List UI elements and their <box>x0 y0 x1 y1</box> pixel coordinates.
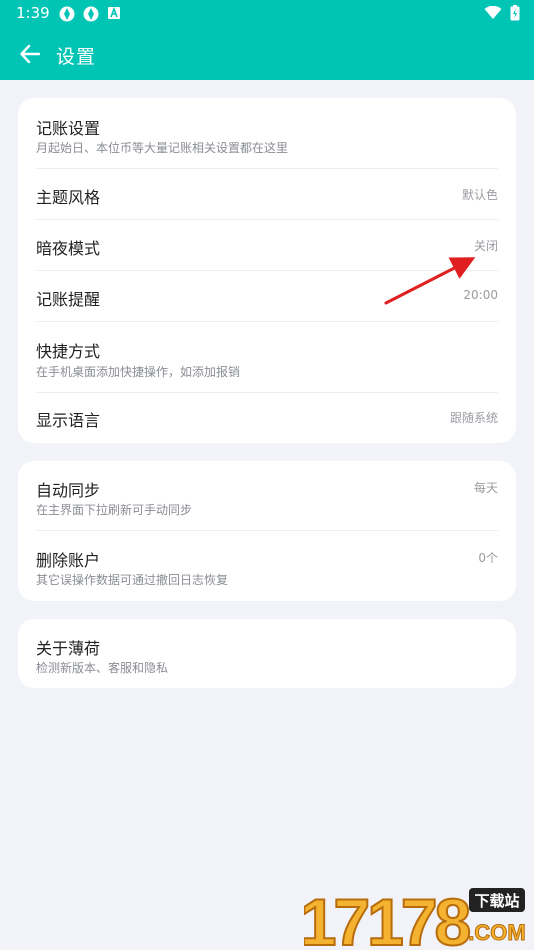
settings-card-account: 自动同步 在主界面下拉刷新可手动同步 每天 删除账户 其它误操作数据可通过撤回日… <box>18 461 516 601</box>
app-notification-icon <box>108 6 120 19</box>
row-value: 跟随系统 <box>449 411 498 425</box>
row-title: 快捷方式 <box>36 342 101 361</box>
row-value: 默认色 <box>461 188 498 202</box>
row-theme-style[interactable]: 主题风格 默认色 <box>36 169 498 220</box>
row-subtitle: 其它误操作数据可通过撤回日志恢复 <box>36 573 229 587</box>
row-subtitle: 在主界面下拉刷新可手动同步 <box>36 503 193 517</box>
status-bar: 1:39 <box>0 0 534 28</box>
page-title: 设置 <box>56 46 97 68</box>
row-value: 0个 <box>478 551 498 565</box>
row-title: 记账设置 <box>36 119 101 138</box>
annotation-arrow <box>384 257 476 305</box>
system-icons <box>484 5 520 21</box>
watermark-tag: 下载站 <box>474 892 519 910</box>
row-about[interactable]: 关于薄荷 检测新版本、客服和隐私 <box>36 619 498 688</box>
row-title: 关于薄荷 <box>36 639 101 658</box>
settings-card-about: 关于薄荷 检测新版本、客服和隐私 <box>18 619 516 688</box>
aperture-icon <box>83 6 99 22</box>
row-title: 显示语言 <box>36 411 101 430</box>
row-auto-sync[interactable]: 自动同步 在主界面下拉刷新可手动同步 每天 <box>36 461 498 531</box>
row-subtitle: 在手机桌面添加快捷操作，如添加报销 <box>36 365 241 379</box>
watermark-digits: 17178 <box>304 885 470 950</box>
row-display-language[interactable]: 显示语言 跟随系统 <box>36 393 498 443</box>
battery-icon <box>510 5 520 21</box>
row-value: 每天 <box>473 481 498 495</box>
notification-icons <box>58 5 122 23</box>
app-bar: 设置 <box>0 28 534 80</box>
row-title: 主题风格 <box>36 188 101 207</box>
row-title: 删除账户 <box>36 551 101 570</box>
row-subtitle: 月起始日、本位币等大量记账相关设置都在这里 <box>36 141 289 155</box>
row-delete-account[interactable]: 删除账户 其它误操作数据可通过撤回日志恢复 0个 <box>36 531 498 601</box>
aperture-icon <box>59 6 75 22</box>
status-time: 1:39 <box>16 4 50 22</box>
row-title: 暗夜模式 <box>36 239 101 258</box>
wifi-icon <box>484 6 502 19</box>
back-button[interactable] <box>14 38 46 70</box>
arrow-left-icon <box>20 44 41 64</box>
row-subtitle: 检测新版本、客服和隐私 <box>36 661 169 675</box>
top-app-bar: 1:39 设置 <box>0 0 534 80</box>
watermark-logo: 17178 下载站 .COM <box>299 882 534 950</box>
watermark-domain: .COM <box>468 920 525 945</box>
row-shortcuts[interactable]: 快捷方式 在手机桌面添加快捷操作，如添加报销 <box>36 322 498 393</box>
row-bookkeeping-settings[interactable]: 记账设置 月起始日、本位币等大量记账相关设置都在这里 <box>36 98 498 169</box>
row-title: 记账提醒 <box>36 290 101 309</box>
row-title: 自动同步 <box>36 481 101 500</box>
